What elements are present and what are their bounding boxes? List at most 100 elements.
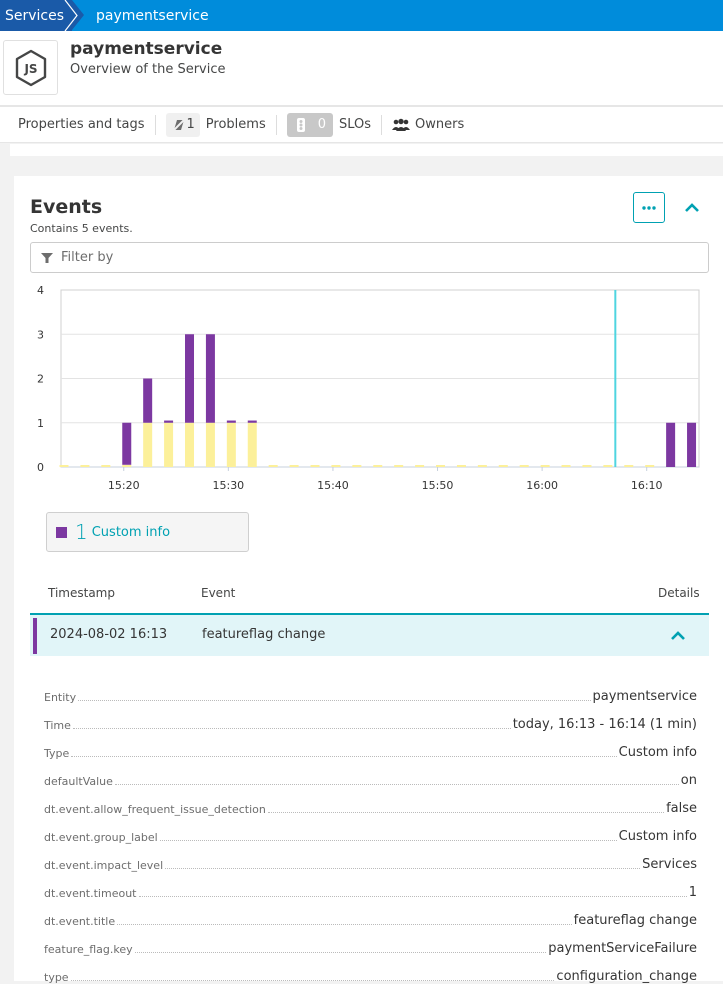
detail-leader (138, 896, 687, 897)
bar-custom-info (205, 334, 215, 423)
bar-other-events (205, 422, 215, 467)
row-event: featureflag change (202, 627, 326, 642)
bar-baseline (373, 465, 383, 467)
filter-icon (41, 252, 53, 263)
bar-baseline (310, 465, 320, 467)
events-subtitle: Contains 5 events. (30, 222, 133, 235)
y-tick-label: 4 (37, 284, 44, 297)
x-tick-label: 15:30 (212, 479, 244, 492)
bar-baseline (477, 465, 487, 467)
bar-other-events (247, 422, 257, 467)
bar-baseline (59, 465, 69, 467)
detail-value: configuration_change (556, 969, 697, 984)
more-options-button[interactable] (633, 192, 665, 223)
slos-count: 0 (317, 117, 326, 132)
breadcrumb-separator-icon (64, 0, 78, 31)
chevron-up-icon[interactable] (668, 627, 688, 645)
slos-badge: 0 (286, 112, 333, 137)
bar-custom-info (226, 420, 236, 423)
detail-row: dt.event.allow_frequent_issue_detection f… (44, 788, 697, 816)
column-header-event[interactable]: Event (201, 586, 235, 600)
bar-baseline (603, 465, 613, 467)
y-tick-label: 2 (37, 373, 44, 386)
breadcrumb-services[interactable]: Services (0, 0, 85, 31)
detail-key: Type (44, 747, 70, 760)
detail-key: dt.event.allow_frequent_issue_detection (44, 803, 266, 816)
x-tick-label: 15:20 (108, 479, 140, 492)
bar-baseline (519, 465, 529, 467)
detail-value: paymentservice (592, 689, 697, 704)
bar-baseline (80, 465, 90, 467)
tab-properties-label: Properties and tags (18, 117, 145, 132)
filter-input-container[interactable] (30, 242, 709, 273)
y-tick-label: 3 (37, 328, 44, 341)
problems-count: 1 (186, 117, 195, 132)
x-tick-label: 16:00 (526, 479, 558, 492)
legend-label: Custom info (91, 524, 171, 540)
page-subtitle: Overview of the Service (70, 62, 226, 77)
detail-value: featureflag change (573, 913, 697, 928)
event-details: Entity paymentservice Time today, 16:13 - 1… (44, 676, 697, 984)
bar-custom-info (247, 420, 257, 423)
breadcrumb: Services paymentservice (0, 0, 723, 31)
x-tick-label: 15:50 (422, 479, 454, 492)
problem-icon (171, 117, 186, 132)
breadcrumb-current[interactable]: paymentservice (96, 8, 209, 24)
detail-value: today, 16:13 - 16:14 (1 min) (512, 717, 697, 732)
traffic-light-icon (296, 117, 305, 132)
y-tick-label: 0 (37, 461, 44, 474)
owners-icon (392, 118, 411, 131)
bar-other-events (226, 422, 236, 467)
detail-key: type (44, 971, 69, 984)
events-chart: 0 1 2 3 4 15:20 15:30 15:40 15:50 16:00 16:10 (37, 284, 700, 492)
bar-other-events (164, 422, 174, 467)
tab-slos-label: SLOs (339, 117, 372, 132)
table-row[interactable]: 2024-08-02 16:13 featureflag change (30, 613, 709, 656)
problems-badge: 1 (165, 112, 200, 137)
x-tick-label: 16:10 (631, 479, 663, 492)
detail-value: 1 (688, 885, 697, 900)
detail-value: Services (642, 857, 697, 872)
detail-leader (159, 840, 617, 841)
bar-baseline (456, 465, 466, 467)
divider (275, 114, 277, 135)
bar-baseline (268, 465, 278, 467)
column-header-timestamp[interactable]: Timestamp (48, 586, 115, 600)
bar-other-events (185, 422, 195, 467)
tab-slos[interactable]: 0 SLOs (286, 112, 372, 137)
detail-value: paymentServiceFailure (548, 941, 697, 956)
detail-leader (71, 756, 617, 757)
detail-leader (165, 868, 641, 869)
collapsed-section (10, 144, 723, 156)
divider (154, 114, 156, 135)
detail-row: dt.event.timeout 1 (44, 872, 697, 900)
bar-custom-info (185, 334, 195, 423)
chevron-up-icon[interactable] (682, 198, 702, 218)
bar-baseline (394, 465, 404, 467)
detail-row: Entity paymentservice (44, 676, 697, 704)
column-header-details: Details (658, 586, 700, 600)
bar-baseline (582, 465, 592, 467)
entity-tabs: Properties and tags 1 Problems 0 SLOs Ow… (0, 106, 723, 143)
bar-baseline (289, 465, 299, 467)
detail-row: type configuration_change (44, 956, 697, 984)
filter-input[interactable] (61, 250, 661, 265)
tab-properties-and-tags[interactable]: Properties and tags (18, 113, 145, 137)
tab-problems[interactable]: 1 Problems (165, 112, 266, 137)
tab-owners[interactable]: Owners (392, 113, 464, 137)
detail-key: Time (44, 719, 71, 732)
bar-baseline (101, 465, 111, 467)
divider (381, 114, 383, 135)
tab-problems-label: Problems (205, 117, 266, 132)
legend-custom-info[interactable]: 1 Custom info (46, 512, 249, 552)
bar-custom-info (164, 420, 174, 423)
detail-value: Custom info (618, 829, 697, 844)
bar-baseline (561, 465, 571, 467)
detail-leader (134, 952, 547, 953)
ellipsis-icon (642, 205, 656, 210)
detail-value: on (680, 773, 697, 788)
detail-value: Custom info (618, 745, 697, 760)
detail-key: feature_flag.key (44, 943, 133, 956)
detail-value: false (666, 801, 697, 816)
detail-leader (117, 924, 572, 925)
